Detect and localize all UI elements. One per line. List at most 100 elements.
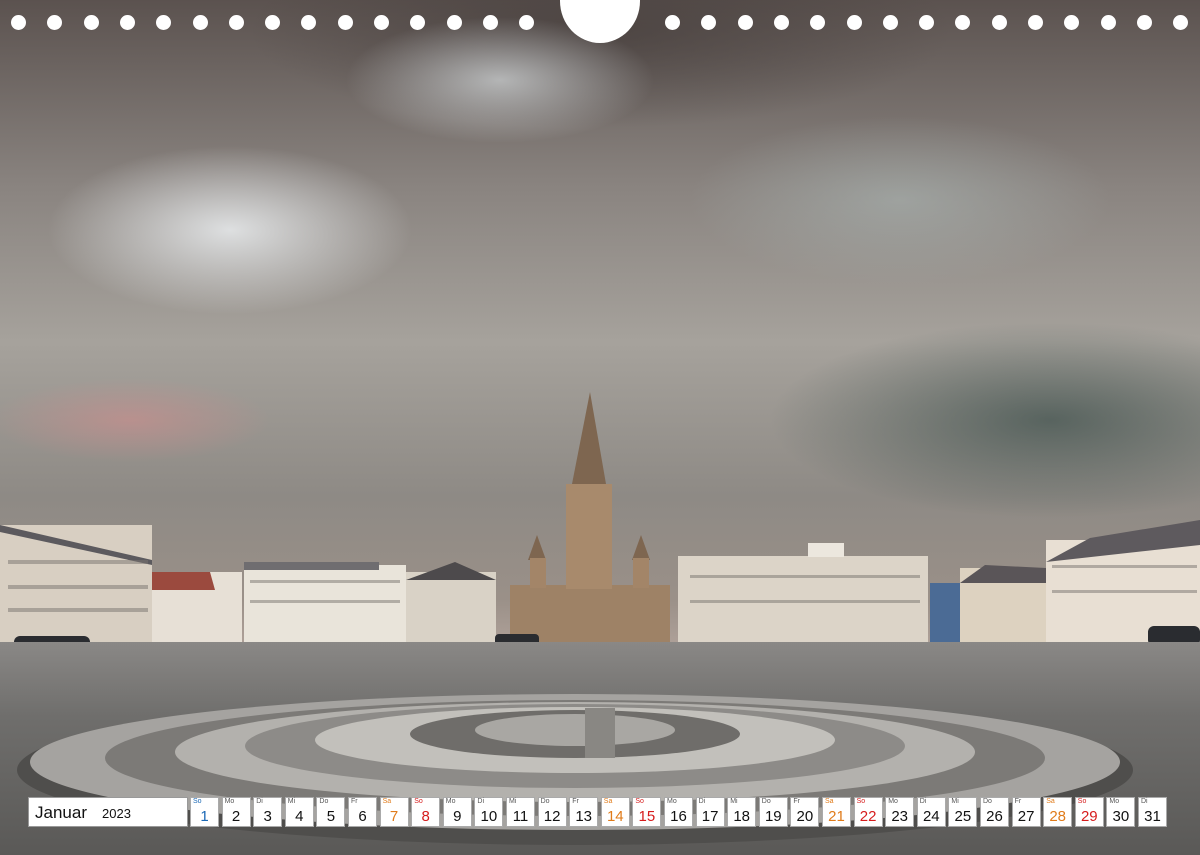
binding-hole [846, 15, 862, 30]
binding-hole [1028, 15, 1043, 30]
day-cell: Mo 2 [221, 797, 251, 827]
day-number: 31 [1144, 808, 1161, 825]
day-number: 7 [389, 808, 399, 825]
month-year: 2023 [102, 806, 131, 821]
day-cell: Di 3 [253, 797, 283, 827]
weekday-label: Mo [445, 798, 456, 805]
day-cell: Di 24 [916, 797, 946, 827]
day-number: 1 [200, 808, 209, 825]
binding-hole [446, 15, 462, 30]
day-number: 14 [606, 808, 624, 825]
weekday-label: Fr [572, 798, 579, 805]
binding-hole [1064, 15, 1080, 30]
day-number: 5 [326, 808, 336, 825]
day-cell: Fr 6 [348, 797, 377, 827]
day-number: 20 [796, 808, 814, 825]
binding-hole [810, 15, 826, 30]
binding-hole [991, 15, 1007, 30]
binding-hole [192, 15, 208, 30]
day-number: 23 [891, 808, 909, 825]
day-number: 21 [828, 808, 845, 825]
day-number: 29 [1080, 808, 1098, 825]
weekday-label: Di [477, 798, 485, 805]
day-number: 28 [1049, 808, 1067, 825]
weekday-label: Do [319, 798, 329, 805]
day-number: 10 [480, 808, 498, 825]
day-cell: Mo 9 [442, 797, 472, 827]
day-number: 6 [358, 808, 367, 825]
weekday-label: Do [983, 798, 992, 805]
weekday-label: Mi [730, 798, 738, 805]
weekday-label: Di [256, 798, 263, 805]
day-cell: Mo 16 [664, 797, 693, 827]
day-number: 17 [701, 808, 719, 825]
weekday-label: So [414, 798, 423, 805]
weekday-label: So [1077, 798, 1087, 805]
day-number: 30 [1112, 808, 1130, 825]
day-cell: So 22 [853, 797, 883, 827]
day-number: 25 [954, 808, 972, 825]
day-cell: Sa 28 [1043, 797, 1073, 827]
weekday-label: So [856, 798, 866, 805]
binding-hole [737, 15, 753, 30]
day-cell: Di 17 [695, 797, 725, 827]
day-number: 15 [638, 808, 656, 825]
day-cell: Mi 11 [506, 797, 535, 827]
weekday-label: Fr [1014, 798, 1022, 805]
weekday-label: Mi [509, 798, 517, 805]
day-cell: Di 10 [474, 797, 504, 827]
day-number: 22 [859, 808, 877, 825]
binding-hole [156, 15, 172, 30]
month-name: Januar [35, 803, 87, 822]
binding-hole [47, 15, 63, 30]
day-cell: Do 12 [537, 797, 567, 827]
binding-hole [665, 15, 680, 30]
binding-hole [119, 15, 135, 30]
binding-hole [265, 15, 281, 30]
calendar-strip: Januar 2023 So 1 Mo 2 Di 3 Mi 4 Do 5 Fr 6 Sa 7 So 8 Mo 9 D… [28, 797, 1174, 827]
weekday-label: Fr [793, 798, 800, 805]
day-cell: So 8 [411, 797, 441, 827]
binding-hole [519, 15, 535, 30]
weekday-label: Di [1141, 798, 1148, 805]
weekday-label: Di [698, 798, 706, 805]
day-cell: Mi 25 [948, 797, 978, 827]
month-label-box: Januar 2023 [28, 797, 188, 827]
day-number: 2 [231, 808, 241, 825]
day-number: 26 [986, 808, 1003, 825]
day-cell: Mo 30 [1106, 797, 1136, 827]
day-number: 12 [543, 808, 561, 825]
day-cell: Do 5 [316, 797, 346, 827]
weekday-label: Mo [667, 798, 677, 805]
day-number: 16 [670, 808, 687, 825]
day-cell: Mi 4 [284, 797, 314, 827]
weekday-label: So [193, 798, 202, 805]
day-number: 18 [733, 808, 751, 825]
binding-hole [482, 15, 498, 30]
binding-hole [11, 15, 26, 30]
weekday-label: Do [540, 798, 550, 805]
day-cell: Mo 23 [885, 797, 915, 827]
binding-hole [374, 15, 389, 30]
binding-hole [1173, 15, 1189, 30]
day-number: 8 [421, 808, 430, 825]
weekday-label: Mo [888, 798, 898, 805]
town-square-photo [0, 0, 1200, 855]
binding-hole [83, 15, 99, 30]
day-cell: Do 26 [980, 797, 1009, 827]
day-number: 4 [295, 808, 304, 825]
day-cell: So 29 [1074, 797, 1104, 827]
weekday-label: Sa [382, 798, 392, 805]
manhole-cover [17, 694, 1133, 845]
day-cell: Di 31 [1138, 797, 1167, 827]
day-cell: Sa 21 [822, 797, 851, 827]
day-number: 3 [263, 808, 272, 825]
weekday-label: Di [919, 798, 927, 805]
weekday-label: So [635, 798, 644, 805]
day-number: 11 [512, 808, 529, 825]
binding-hole [882, 15, 898, 30]
day-cell: Fr 13 [569, 797, 599, 827]
weekday-label: Sa [1046, 798, 1055, 805]
binding-hole [1136, 15, 1152, 30]
weekday-label: Mi [287, 798, 296, 805]
